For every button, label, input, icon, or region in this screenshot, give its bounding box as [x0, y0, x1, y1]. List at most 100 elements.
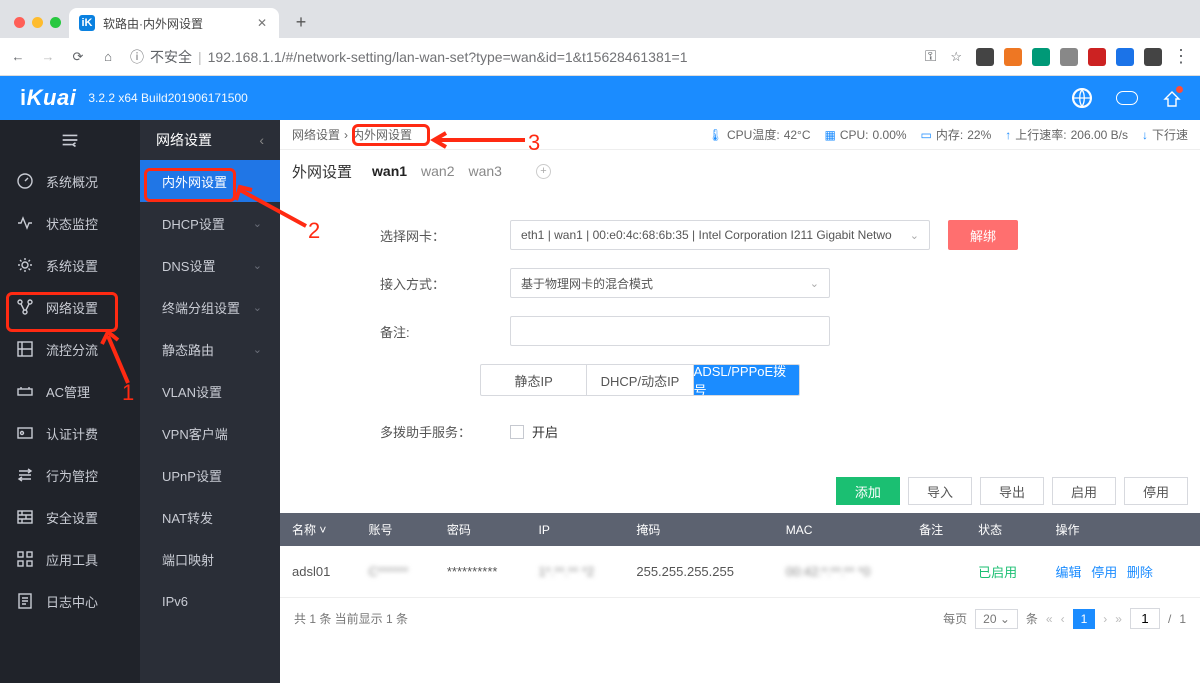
maximize-window-icon[interactable]: [50, 17, 61, 28]
col-header[interactable]: 账号: [357, 513, 435, 546]
col-header[interactable]: 备注: [907, 513, 966, 546]
nav-collapse-button[interactable]: [0, 120, 140, 160]
col-header[interactable]: IP: [527, 513, 625, 546]
ext-icon[interactable]: [1144, 48, 1162, 66]
add-button[interactable]: 添加: [836, 477, 900, 505]
subnav-label: DHCP设置: [162, 214, 225, 233]
tab-close-icon[interactable]: ✕: [255, 14, 269, 32]
subnav-item[interactable]: DNS设置⌄: [140, 244, 280, 286]
ext-icon[interactable]: [1032, 48, 1050, 66]
ext-icon[interactable]: [1004, 48, 1022, 66]
ext-icon[interactable]: [1116, 48, 1134, 66]
nav-card[interactable]: 认证计费: [0, 412, 140, 454]
nav-wall[interactable]: 安全设置: [0, 496, 140, 538]
subnav-item[interactable]: VLAN设置: [140, 370, 280, 412]
address-bar[interactable]: ⓘ 不安全 | 192.168.1.1/#/network-setting/la…: [130, 47, 911, 67]
connection-type-tab[interactable]: DHCP/动态IP: [587, 365, 693, 395]
nav-gauge[interactable]: 系统概况: [0, 160, 140, 202]
add-wan-button[interactable]: +: [536, 164, 551, 179]
wan-tabs: 外网设置 wan1wan2wan3 +: [280, 150, 1200, 192]
enable-checkbox[interactable]: [510, 425, 524, 439]
col-header[interactable]: 名称 ˅: [280, 513, 357, 546]
subnav-item[interactable]: UPnP设置: [140, 454, 280, 496]
subnav-item[interactable]: 终端分组设置⌄: [140, 286, 280, 328]
prev-page-button[interactable]: ‹: [1061, 612, 1065, 626]
ext-icon[interactable]: [1088, 48, 1106, 66]
first-page-button[interactable]: «: [1046, 612, 1053, 626]
wan-tab[interactable]: wan2: [421, 163, 454, 179]
op-link[interactable]: 删除: [1127, 565, 1153, 580]
remark-input[interactable]: [510, 316, 830, 346]
op-link[interactable]: 编辑: [1056, 565, 1082, 580]
unbind-button[interactable]: 解绑: [948, 220, 1018, 250]
ext-icon[interactable]: [1060, 48, 1078, 66]
reload-icon[interactable]: ⟳: [70, 49, 86, 65]
import-button[interactable]: 导入: [908, 477, 972, 505]
col-header[interactable]: 掩码: [624, 513, 773, 546]
back-icon[interactable]: ←: [10, 49, 26, 64]
page-input[interactable]: [1130, 608, 1160, 629]
nav-label: 认证计费: [46, 424, 98, 443]
col-header[interactable]: 密码: [435, 513, 527, 546]
subnav-item[interactable]: VPN客户端: [140, 412, 280, 454]
chevron-down-icon: ⌄: [253, 259, 262, 272]
subnav-label: NAT转发: [162, 508, 213, 527]
cpu-icon: ▦: [825, 128, 836, 142]
extensions: ⋮: [976, 46, 1190, 67]
forward-icon[interactable]: →: [40, 49, 56, 64]
secondary-nav-title: 网络设置 ‹: [140, 120, 280, 160]
home-icon[interactable]: ⌂: [100, 49, 116, 64]
export-button[interactable]: 导出: [980, 477, 1044, 505]
content-area: 网络设置 › 内外网设置 🌡CPU温度: 42°C ▦CPU: 0.00% ▭内…: [280, 120, 1200, 683]
globe-icon[interactable]: [1072, 88, 1092, 108]
window-controls: [8, 17, 69, 38]
nav-nodes[interactable]: 网络设置: [0, 286, 140, 328]
menu-icon[interactable]: ⋮: [1172, 46, 1190, 67]
download-label: 下行速: [1152, 126, 1188, 143]
star-icon[interactable]: ☆: [950, 49, 962, 65]
disable-button[interactable]: 停用: [1124, 477, 1188, 505]
subnav-item[interactable]: 静态路由⌄: [140, 328, 280, 370]
new-tab-button[interactable]: +: [287, 8, 315, 36]
per-page-select[interactable]: 20 ⌄: [975, 609, 1018, 629]
upgrade-icon[interactable]: [1162, 89, 1180, 107]
next-page-button[interactable]: ›: [1103, 612, 1107, 626]
subnav-label: 终端分组设置: [162, 298, 240, 317]
col-header[interactable]: 操作: [1044, 513, 1200, 546]
nav-traffic[interactable]: 行为管控: [0, 454, 140, 496]
cell-password: **********: [435, 546, 527, 598]
wan-tab[interactable]: wan1: [372, 163, 407, 179]
connection-type-tab[interactable]: 静态IP: [481, 365, 587, 395]
nav-apps[interactable]: 应用工具: [0, 538, 140, 580]
ext-icon[interactable]: [976, 48, 994, 66]
nav-activity[interactable]: 状态监控: [0, 202, 140, 244]
breadcrumb-root[interactable]: 网络设置: [292, 126, 340, 143]
last-page-button[interactable]: »: [1115, 612, 1122, 626]
nic-select[interactable]: eth1 | wan1 | 00:e0:4c:68:6b:35 | Intel …: [510, 220, 930, 250]
op-link[interactable]: 停用: [1091, 565, 1117, 580]
connection-type-tab[interactable]: ADSL/PPPoE拨号: [694, 365, 799, 395]
cloud-icon[interactable]: [1116, 91, 1138, 105]
nav-label: 网络设置: [46, 298, 98, 317]
chevron-left-icon[interactable]: ‹: [259, 132, 264, 148]
nav-gear[interactable]: 系统设置: [0, 244, 140, 286]
subnav-item[interactable]: NAT转发: [140, 496, 280, 538]
close-window-icon[interactable]: [14, 17, 25, 28]
status-bar: 🌡CPU温度: 42°C ▦CPU: 0.00% ▭内存: 22% ↑上行速率:…: [708, 126, 1188, 143]
browser-tab[interactable]: iK 软路由·内外网设置 ✕: [69, 8, 279, 38]
wan-tab[interactable]: wan3: [469, 163, 502, 179]
table-row: adsl01C****************1*.**.** *2255.25…: [280, 546, 1200, 598]
subnav-label: 静态路由: [162, 340, 214, 359]
subnav-item[interactable]: IPv6: [140, 580, 280, 622]
page-number[interactable]: 1: [1073, 609, 1096, 629]
nav-log[interactable]: 日志中心: [0, 580, 140, 622]
mode-select[interactable]: 基于物理网卡的混合模式 ⌄: [510, 268, 830, 298]
col-header[interactable]: 状态: [966, 513, 1043, 546]
key-icon[interactable]: ⚿: [925, 48, 936, 65]
subnav-item[interactable]: 端口映射: [140, 538, 280, 580]
minimize-window-icon[interactable]: [32, 17, 43, 28]
breadcrumb-leaf[interactable]: 内外网设置: [352, 126, 412, 143]
col-header[interactable]: MAC: [774, 513, 907, 546]
enable-button[interactable]: 启用: [1052, 477, 1116, 505]
unsafe-label: 不安全: [150, 47, 192, 67]
